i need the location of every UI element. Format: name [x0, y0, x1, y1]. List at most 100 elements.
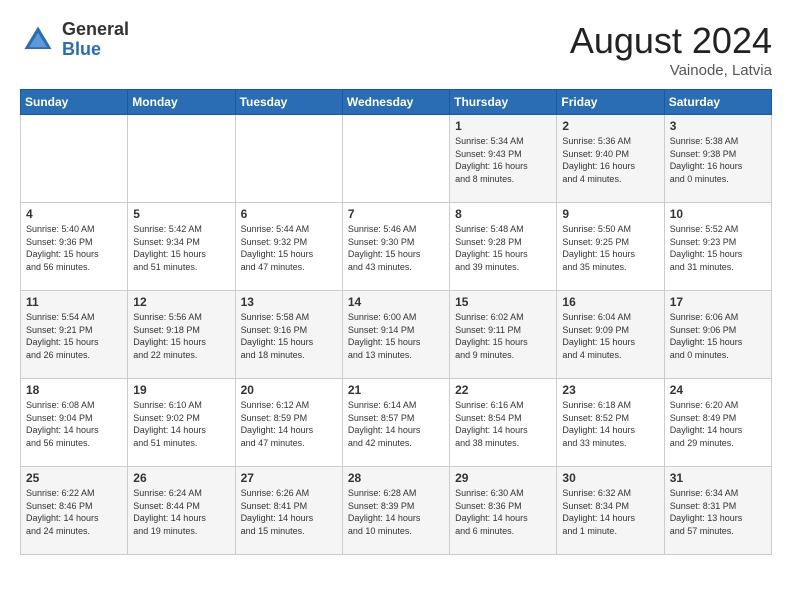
day-cell: 30Sunrise: 6:32 AM Sunset: 8:34 PM Dayli… — [557, 467, 664, 555]
day-number: 8 — [455, 207, 551, 221]
day-cell: 28 Sunrise: 6:28 AM Sunset: 8:39 PM Dayli… — [342, 467, 449, 555]
day-number: 10 — [670, 207, 766, 221]
day-cell: 24 Sunrise: 6:20 AM Sunset: 8:49 PM Dayli… — [664, 379, 771, 467]
week-row-4: 25 Sunrise: 6:22 AM Sunset: 8:46 PM Dayli… — [21, 467, 772, 555]
day-number: 15 — [455, 295, 551, 309]
day-info: Sunrise: 6:12 AM Sunset: 8:59 PM Dayligh… — [241, 399, 337, 449]
week-row-2: 11 Sunrise: 5:54 AM Sunset: 9:21 PM Dayli… — [21, 291, 772, 379]
day-info: Sunrise: 6:32 AM Sunset: 8:34 PM Dayligh… — [562, 487, 658, 537]
day-cell: 5 Sunrise: 5:42 AM Sunset: 9:34 PM Daylig… — [128, 203, 235, 291]
day-info: Sunrise: 6:28 AM Sunset: 8:39 PM Dayligh… — [348, 487, 444, 537]
day-cell: 23 Sunrise: 6:18 AM Sunset: 8:52 PM Dayli… — [557, 379, 664, 467]
day-info: Sunrise: 5:40 AM Sunset: 9:36 PM Dayligh… — [26, 223, 122, 273]
day-number: 14 — [348, 295, 444, 309]
day-info: Sunrise: 6:24 AM Sunset: 8:44 PM Dayligh… — [133, 487, 229, 537]
day-cell: 15 Sunrise: 6:02 AM Sunset: 9:11 PM Dayli… — [450, 291, 557, 379]
day-info: Sunrise: 6:08 AM Sunset: 9:04 PM Dayligh… — [26, 399, 122, 449]
day-cell: 2 Sunrise: 5:36 AM Sunset: 9:40 PM Daylig… — [557, 115, 664, 203]
header-row: SundayMondayTuesdayWednesdayThursdayFrid… — [21, 90, 772, 115]
day-info: Sunrise: 6:18 AM Sunset: 8:52 PM Dayligh… — [562, 399, 658, 449]
header-cell-sunday: Sunday — [21, 90, 128, 115]
day-cell: 27 Sunrise: 6:26 AM Sunset: 8:41 PM Dayli… — [235, 467, 342, 555]
day-cell: 9Sunrise: 5:50 AM Sunset: 9:25 PM Daylig… — [557, 203, 664, 291]
logo-icon — [20, 22, 56, 58]
day-info: Sunrise: 6:16 AM Sunset: 8:54 PM Dayligh… — [455, 399, 551, 449]
day-info: Sunrise: 6:30 AM Sunset: 8:36 PM Dayligh… — [455, 487, 551, 537]
day-cell: 16Sunrise: 6:04 AM Sunset: 9:09 PM Dayli… — [557, 291, 664, 379]
day-info: Sunrise: 5:52 AM Sunset: 9:23 PM Dayligh… — [670, 223, 766, 273]
day-info: Sunrise: 5:46 AM Sunset: 9:30 PM Dayligh… — [348, 223, 444, 273]
day-cell: 10 Sunrise: 5:52 AM Sunset: 9:23 PM Dayli… — [664, 203, 771, 291]
logo-general: General — [62, 20, 129, 40]
day-cell: 8 Sunrise: 5:48 AM Sunset: 9:28 PM Daylig… — [450, 203, 557, 291]
day-number: 3 — [670, 119, 766, 133]
header-cell-tuesday: Tuesday — [235, 90, 342, 115]
day-cell: 12Sunrise: 5:56 AM Sunset: 9:18 PM Dayli… — [128, 291, 235, 379]
day-number: 5 — [133, 207, 229, 221]
day-number: 1 — [455, 119, 551, 133]
title-block: August 2024 Vainode, Latvia — [570, 20, 772, 79]
day-info: Sunrise: 6:06 AM Sunset: 9:06 PM Dayligh… — [670, 311, 766, 361]
day-number: 7 — [348, 207, 444, 221]
day-cell — [342, 115, 449, 203]
header-cell-monday: Monday — [128, 90, 235, 115]
day-cell: 25 Sunrise: 6:22 AM Sunset: 8:46 PM Dayli… — [21, 467, 128, 555]
day-cell — [235, 115, 342, 203]
header-cell-saturday: Saturday — [664, 90, 771, 115]
day-info: Sunrise: 5:48 AM Sunset: 9:28 PM Dayligh… — [455, 223, 551, 273]
day-number: 22 — [455, 383, 551, 397]
day-info: Sunrise: 6:22 AM Sunset: 8:46 PM Dayligh… — [26, 487, 122, 537]
location: Vainode, Latvia — [570, 62, 772, 79]
day-info: Sunrise: 5:50 AM Sunset: 9:25 PM Dayligh… — [562, 223, 658, 273]
day-number: 27 — [241, 471, 337, 485]
header-cell-friday: Friday — [557, 90, 664, 115]
day-info: Sunrise: 6:26 AM Sunset: 8:41 PM Dayligh… — [241, 487, 337, 537]
day-number: 17 — [670, 295, 766, 309]
day-number: 18 — [26, 383, 122, 397]
page-header: General Blue August 2024 Vainode, Latvia — [20, 20, 772, 79]
day-cell — [128, 115, 235, 203]
logo-blue: Blue — [62, 40, 129, 60]
day-cell: 22 Sunrise: 6:16 AM Sunset: 8:54 PM Dayli… — [450, 379, 557, 467]
week-row-1: 4 Sunrise: 5:40 AM Sunset: 9:36 PM Daylig… — [21, 203, 772, 291]
day-number: 25 — [26, 471, 122, 485]
day-cell: 29 Sunrise: 6:30 AM Sunset: 8:36 PM Dayli… — [450, 467, 557, 555]
day-info: Sunrise: 5:36 AM Sunset: 9:40 PM Dayligh… — [562, 135, 658, 185]
day-cell: 13Sunrise: 5:58 AM Sunset: 9:16 PM Dayli… — [235, 291, 342, 379]
day-cell: 19 Sunrise: 6:10 AM Sunset: 9:02 PM Dayli… — [128, 379, 235, 467]
day-info: Sunrise: 5:44 AM Sunset: 9:32 PM Dayligh… — [241, 223, 337, 273]
day-number: 29 — [455, 471, 551, 485]
day-number: 23 — [562, 383, 658, 397]
day-number: 4 — [26, 207, 122, 221]
day-info: Sunrise: 5:58 AM Sunset: 9:16 PM Dayligh… — [241, 311, 337, 361]
day-number: 26 — [133, 471, 229, 485]
day-number: 28 — [348, 471, 444, 485]
day-cell: 20Sunrise: 6:12 AM Sunset: 8:59 PM Dayli… — [235, 379, 342, 467]
day-cell: 3Sunrise: 5:38 AM Sunset: 9:38 PM Daylig… — [664, 115, 771, 203]
day-number: 19 — [133, 383, 229, 397]
day-info: Sunrise: 6:20 AM Sunset: 8:49 PM Dayligh… — [670, 399, 766, 449]
day-cell: 21Sunrise: 6:14 AM Sunset: 8:57 PM Dayli… — [342, 379, 449, 467]
calendar-body: 1Sunrise: 5:34 AM Sunset: 9:43 PM Daylig… — [21, 115, 772, 555]
day-info: Sunrise: 6:14 AM Sunset: 8:57 PM Dayligh… — [348, 399, 444, 449]
day-number: 11 — [26, 295, 122, 309]
week-row-0: 1Sunrise: 5:34 AM Sunset: 9:43 PM Daylig… — [21, 115, 772, 203]
week-row-3: 18 Sunrise: 6:08 AM Sunset: 9:04 PM Dayli… — [21, 379, 772, 467]
calendar-table: SundayMondayTuesdayWednesdayThursdayFrid… — [20, 89, 772, 555]
header-cell-thursday: Thursday — [450, 90, 557, 115]
day-info: Sunrise: 6:10 AM Sunset: 9:02 PM Dayligh… — [133, 399, 229, 449]
day-cell: 14 Sunrise: 6:00 AM Sunset: 9:14 PM Dayli… — [342, 291, 449, 379]
day-info: Sunrise: 5:42 AM Sunset: 9:34 PM Dayligh… — [133, 223, 229, 273]
day-info: Sunrise: 6:00 AM Sunset: 9:14 PM Dayligh… — [348, 311, 444, 361]
day-number: 24 — [670, 383, 766, 397]
month-year: August 2024 — [570, 20, 772, 62]
day-number: 2 — [562, 119, 658, 133]
day-cell: 6Sunrise: 5:44 AM Sunset: 9:32 PM Daylig… — [235, 203, 342, 291]
day-cell: 26 Sunrise: 6:24 AM Sunset: 8:44 PM Dayli… — [128, 467, 235, 555]
day-info: Sunrise: 6:04 AM Sunset: 9:09 PM Dayligh… — [562, 311, 658, 361]
logo: General Blue — [20, 20, 129, 60]
day-info: Sunrise: 6:02 AM Sunset: 9:11 PM Dayligh… — [455, 311, 551, 361]
day-cell — [21, 115, 128, 203]
day-info: Sunrise: 5:54 AM Sunset: 9:21 PM Dayligh… — [26, 311, 122, 361]
day-number: 31 — [670, 471, 766, 485]
